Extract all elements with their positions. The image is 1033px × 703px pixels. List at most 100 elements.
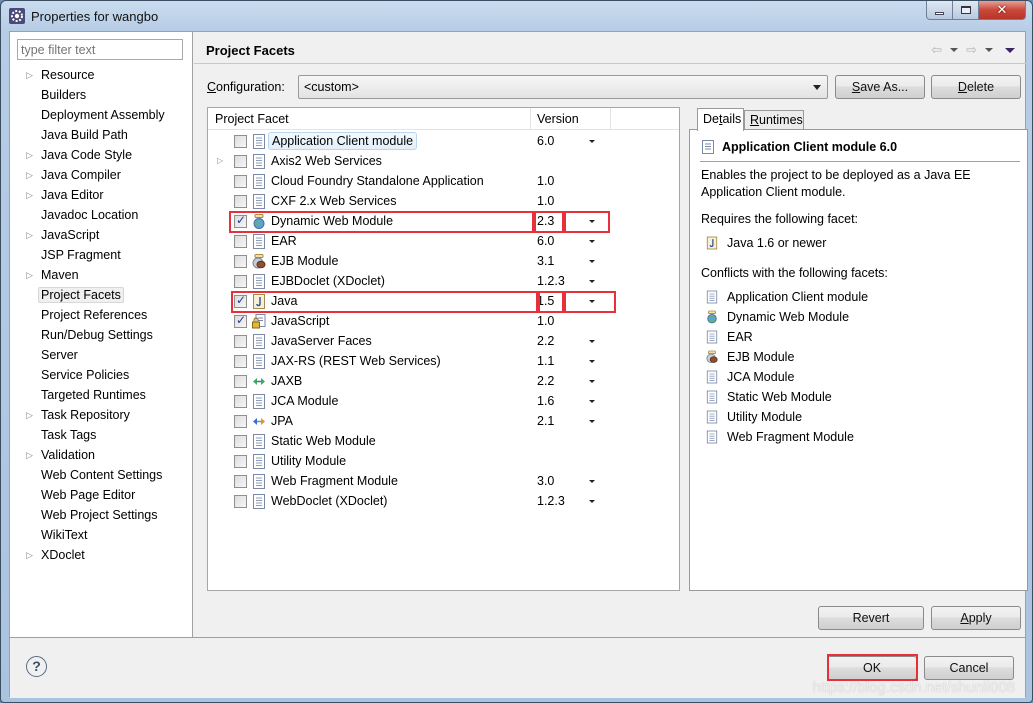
expand-arrow-icon[interactable]: ▷ [26,265,33,285]
version-dropdown-icon[interactable] [589,240,595,243]
nav-item-server[interactable]: Server [10,345,192,365]
help-icon[interactable]: ? [26,656,47,677]
expand-arrow-icon[interactable]: ▷ [217,156,223,165]
facet-checkbox[interactable] [234,293,247,308]
nav-item-web-page-editor[interactable]: Web Page Editor [10,485,192,505]
facet-checkbox[interactable] [234,435,247,448]
facet-row[interactable]: Cloud Foundry Standalone Application 1.0 [208,171,679,191]
forward-arrow-icon[interactable]: ⇨ [966,42,977,58]
tab-details[interactable]: Details [697,108,744,131]
column-header-facet[interactable]: Project Facet [215,112,289,126]
title-bar[interactable]: Properties for wangbo ✕ [1,1,1032,31]
facet-version[interactable]: 1.2.3 [537,274,565,288]
expand-arrow-icon[interactable]: ▷ [26,405,33,425]
nav-item-java-editor[interactable]: ▷ Java Editor [10,185,192,205]
version-dropdown-icon[interactable] [589,480,595,483]
nav-item-service-policies[interactable]: Service Policies [10,365,192,385]
nav-item-javascript[interactable]: ▷ JavaScript [10,225,192,245]
facet-row[interactable]: EJBDoclet (XDoclet) 1.2.3 [208,271,679,291]
expand-arrow-icon[interactable]: ▷ [26,65,33,85]
nav-item-validation[interactable]: ▷ Validation [10,445,192,465]
facet-checkbox[interactable] [234,175,247,188]
version-dropdown-icon[interactable] [589,380,595,383]
version-dropdown-icon[interactable] [589,260,595,263]
save-as-button[interactable]: Save As... [835,75,925,99]
nav-item-java-build-path[interactable]: Java Build Path [10,125,192,145]
version-dropdown-icon[interactable] [589,500,595,503]
nav-item-java-compiler[interactable]: ▷ Java Compiler [10,165,192,185]
facet-checkbox[interactable] [234,355,247,368]
version-dropdown-icon[interactable] [589,340,595,343]
facet-row[interactable]: JCA Module 1.6 [208,391,679,411]
nav-item-task-tags[interactable]: Task Tags [10,425,192,445]
facet-row[interactable]: JAXB 2.2 [208,371,679,391]
facet-checkbox[interactable] [234,313,247,328]
facet-row[interactable]: Static Web Module [208,431,679,451]
facet-checkbox[interactable] [234,375,247,388]
forward-menu-icon[interactable] [985,48,993,52]
facet-checkbox[interactable] [234,213,247,228]
facet-checkbox[interactable] [234,135,247,148]
expand-arrow-icon[interactable]: ▷ [26,545,33,565]
facet-row[interactable]: JavaServer Faces 2.2 [208,331,679,351]
facet-row[interactable]: Java 1.5 [208,291,679,311]
revert-button[interactable]: Revert [818,606,924,630]
nav-item-targeted-runtimes[interactable]: Targeted Runtimes [10,385,192,405]
cancel-button[interactable]: Cancel [924,656,1014,680]
nav-item-maven[interactable]: ▷ Maven [10,265,192,285]
nav-item-builders[interactable]: Builders [10,85,192,105]
facet-checkbox[interactable] [234,255,247,268]
facet-version[interactable]: 2.2 [537,334,554,348]
nav-item-task-repository[interactable]: ▷ Task Repository [10,405,192,425]
back-menu-icon[interactable] [950,48,959,52]
facet-row[interactable]: EJB Module 3.1 [208,251,679,271]
facet-row[interactable]: Web Fragment Module 3.0 [208,471,679,491]
facet-row[interactable]: JavaScript 1.0 [208,311,679,331]
facet-version[interactable]: 1.5 [537,294,554,308]
expand-arrow-icon[interactable]: ▷ [26,165,33,185]
ok-button[interactable]: OK [827,656,917,680]
version-dropdown-icon[interactable] [589,280,595,283]
facet-checkbox[interactable] [234,335,247,348]
facet-checkbox[interactable] [234,275,247,288]
nav-item-deployment-assembly[interactable]: Deployment Assembly [10,105,192,125]
apply-button[interactable]: Apply [931,606,1021,630]
view-menu-icon[interactable] [1005,47,1015,53]
facet-row[interactable]: Application Client module 6.0 [208,131,679,151]
nav-item-java-code-style[interactable]: ▷ Java Code Style [10,145,192,165]
nav-item-project-references[interactable]: Project References [10,305,192,325]
facet-checkbox[interactable] [234,395,247,408]
version-dropdown-icon[interactable] [589,220,595,223]
facet-checkbox[interactable] [234,475,247,488]
facet-row[interactable]: EAR 6.0 [208,231,679,251]
facet-row[interactable]: JAX-RS (REST Web Services) 1.1 [208,351,679,371]
back-arrow-icon[interactable]: ⇦ [931,42,942,58]
close-button[interactable]: ✕ [979,1,1026,20]
facet-row[interactable]: JPA 2.1 [208,411,679,431]
facet-row[interactable]: ▷ Axis2 Web Services [208,151,679,171]
nav-item-web-content-settings[interactable]: Web Content Settings [10,465,192,485]
maximize-button[interactable] [953,1,979,20]
facet-checkbox[interactable] [234,155,247,168]
version-dropdown-icon[interactable] [589,420,595,423]
expand-arrow-icon[interactable]: ▷ [26,185,33,205]
facet-version[interactable]: 3.0 [537,474,554,488]
nav-item-wikitext[interactable]: WikiText [10,525,192,545]
nav-item-web-project-settings[interactable]: Web Project Settings [10,505,192,525]
facet-checkbox[interactable] [234,455,247,468]
facet-checkbox[interactable] [234,495,247,508]
facet-version[interactable]: 3.1 [537,254,554,268]
configuration-select[interactable]: <custom> [298,75,828,99]
delete-button[interactable]: Delete [931,75,1021,99]
nav-item-jsp-fragment[interactable]: JSP Fragment [10,245,192,265]
version-dropdown-icon[interactable] [589,360,595,363]
nav-item-xdoclet[interactable]: ▷ XDoclet [10,545,192,565]
column-header-version[interactable]: Version [537,112,579,126]
expand-arrow-icon[interactable]: ▷ [26,145,33,165]
facet-checkbox[interactable] [234,415,247,428]
facet-row[interactable]: Utility Module [208,451,679,471]
facet-row[interactable]: Dynamic Web Module 2.3 [208,211,679,231]
facet-version[interactable]: 1.6 [537,394,554,408]
facet-checkbox[interactable] [234,235,247,248]
expand-arrow-icon[interactable]: ▷ [26,225,33,245]
